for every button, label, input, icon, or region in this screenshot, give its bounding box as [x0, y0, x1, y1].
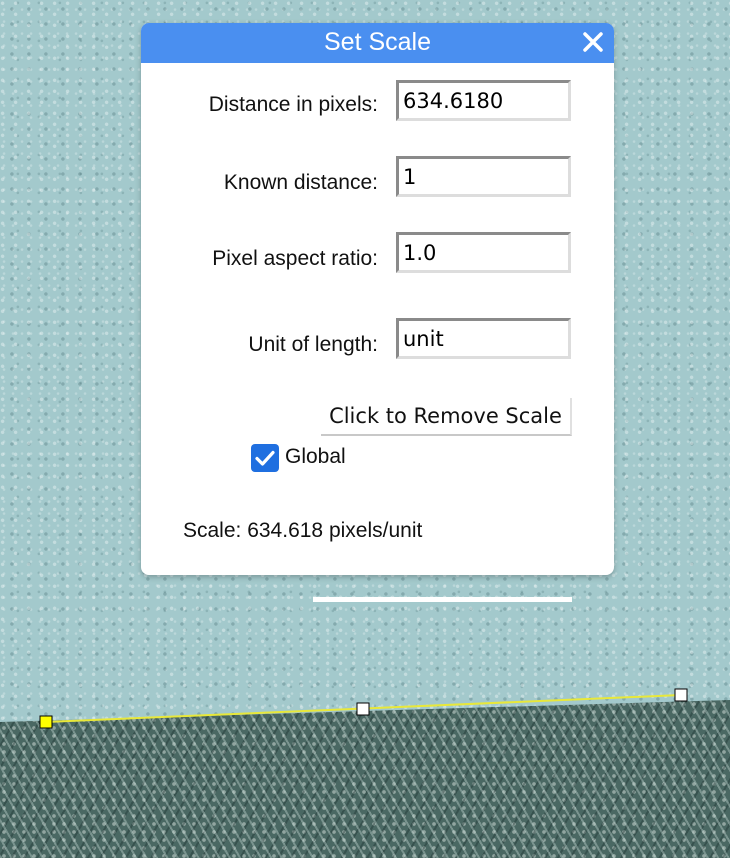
- dialog-header[interactable]: Set Scale: [141, 23, 614, 63]
- global-checkbox[interactable]: [251, 444, 279, 472]
- pixel-aspect-ratio-input[interactable]: [396, 232, 571, 273]
- pixel-aspect-ratio-label: Pixel aspect ratio:: [212, 247, 378, 270]
- close-icon: [583, 32, 603, 52]
- line-mid-handle[interactable]: [356, 702, 370, 716]
- dialog-title: Set Scale: [323, 28, 431, 56]
- scale-readout: Scale: 634.618 pixels/unit: [183, 519, 423, 542]
- known-distance-input[interactable]: [396, 156, 571, 197]
- checkmark-icon: [255, 450, 275, 466]
- distance-pixels-input[interactable]: [396, 80, 571, 121]
- line-start-handle[interactable]: [39, 715, 53, 729]
- unit-of-length-input[interactable]: [396, 318, 571, 359]
- unit-of-length-label: Unit of length:: [248, 333, 378, 356]
- global-label: Global: [285, 445, 346, 468]
- line-end-handle[interactable]: [674, 688, 688, 702]
- distance-pixels-label: Distance in pixels:: [208, 93, 378, 116]
- known-distance-label: Known distance:: [223, 171, 378, 194]
- set-scale-dialog: Set Scale Distance in pixels: Known dist…: [141, 23, 614, 575]
- remove-scale-button[interactable]: Click to Remove Scale: [321, 398, 572, 436]
- close-button[interactable]: [578, 27, 608, 57]
